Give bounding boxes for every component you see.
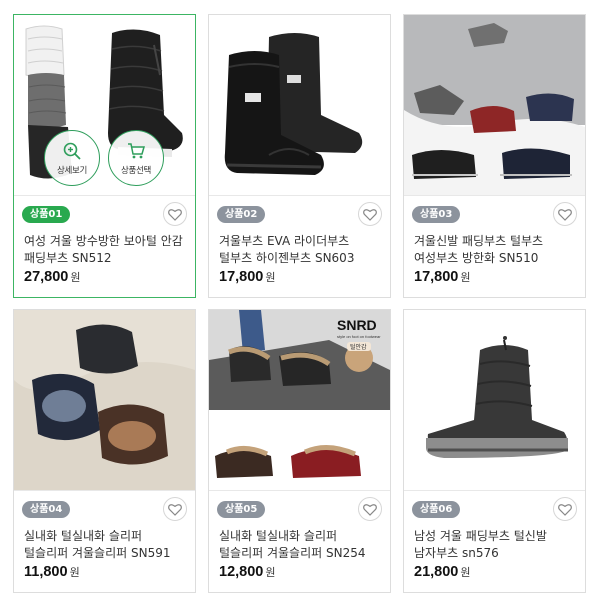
- select-product-button[interactable]: 상품선택: [108, 130, 164, 186]
- product-card[interactable]: 상세보기 상품선택 상품01 여성 겨울 방수방한 보아털 안감 패딩부츠 SN…: [13, 14, 196, 298]
- wishlist-button[interactable]: [358, 497, 382, 521]
- currency-unit: 원: [69, 567, 80, 579]
- product-price: 17,800 원: [219, 269, 275, 285]
- product-price: 12,800 원: [219, 564, 275, 580]
- product-name[interactable]: 여성 겨울 방수방한 보아털 안감 패딩부츠 SN512: [24, 233, 187, 267]
- product-image[interactable]: [14, 310, 195, 491]
- select-product-label: 상품선택: [120, 165, 152, 176]
- product-name[interactable]: 겨울부츠 EVA 라이더부츠 털부츠 하이젠부츠 SN603: [219, 233, 382, 267]
- currency-unit: 원: [265, 567, 276, 579]
- brand-logo: SNRD: [337, 317, 377, 333]
- product-number-badge: 상품06: [412, 501, 461, 518]
- product-card[interactable]: SNRD style on foot on footwear 털안감 상품05 …: [208, 309, 391, 593]
- currency-unit: 원: [70, 272, 81, 284]
- heart-icon: [168, 208, 182, 221]
- product-card[interactable]: 상품06 남성 겨울 패딩부츠 털신발 남자부츠 sn576 21,800 원: [403, 309, 586, 593]
- product-number-badge: 상품03: [412, 206, 461, 223]
- product-name[interactable]: 겨울신발 패딩부츠 털부츠 여성부츠 방한화 SN510: [414, 233, 577, 267]
- price-value: 17,800: [414, 269, 459, 285]
- product-card[interactable]: 상품04 실내화 털실내화 슬리퍼 털슬리퍼 겨울슬리퍼 SN591 11,80…: [13, 309, 196, 593]
- heart-icon: [558, 503, 572, 516]
- product-number-badge: 상품05: [217, 501, 266, 518]
- wishlist-button[interactable]: [358, 202, 382, 226]
- product-number-badge: 상품01: [22, 206, 71, 223]
- currency-unit: 원: [460, 272, 471, 284]
- currency-unit: 원: [265, 272, 276, 284]
- wishlist-button[interactable]: [553, 202, 577, 226]
- product-price: 27,800 원: [24, 269, 80, 285]
- product-image[interactable]: SNRD style on foot on footwear 털안감: [209, 310, 390, 491]
- price-value: 17,800: [219, 269, 264, 285]
- product-image[interactable]: 상세보기 상품선택: [14, 15, 195, 196]
- product-number-badge: 상품04: [22, 501, 71, 518]
- product-name[interactable]: 남성 겨울 패딩부츠 털신발 남자부츠 sn576: [414, 528, 577, 562]
- magnifier-plus-icon: [63, 142, 81, 160]
- product-price: 21,800 원: [414, 564, 470, 580]
- product-image[interactable]: [404, 15, 585, 196]
- detail-view-button[interactable]: 상세보기: [44, 130, 100, 186]
- detail-view-label: 상세보기: [56, 165, 88, 176]
- brand-tagline: style on foot on footwear: [337, 334, 381, 339]
- product-price: 11,800 원: [24, 564, 80, 580]
- product-grid: 상세보기 상품선택 상품01 여성 겨울 방수방한 보아털 안감 패딩부츠 SN…: [0, 0, 598, 601]
- product-card[interactable]: 상품03 겨울신발 패딩부츠 털부츠 여성부츠 방한화 SN510 17,800…: [403, 14, 586, 298]
- price-value: 27,800: [24, 269, 69, 285]
- heart-icon: [558, 208, 572, 221]
- product-name[interactable]: 실내화 털실내화 슬리퍼 털슬리퍼 겨울슬리퍼 SN591: [24, 528, 187, 562]
- price-value: 21,800: [414, 564, 459, 580]
- price-value: 11,800: [24, 564, 68, 580]
- product-name[interactable]: 실내화 털실내화 슬리퍼 털슬리퍼 겨울슬리퍼 SN254: [219, 528, 382, 562]
- wishlist-button[interactable]: [163, 202, 187, 226]
- cart-icon: [128, 142, 145, 158]
- heart-icon: [168, 503, 182, 516]
- wishlist-button[interactable]: [553, 497, 577, 521]
- currency-unit: 원: [460, 567, 471, 579]
- product-image[interactable]: [209, 15, 390, 196]
- wishlist-button[interactable]: [163, 497, 187, 521]
- feature-tag: 털안감: [350, 343, 367, 351]
- product-number-badge: 상품02: [217, 206, 266, 223]
- product-image[interactable]: [404, 310, 585, 491]
- price-value: 12,800: [219, 564, 264, 580]
- heart-icon: [363, 208, 377, 221]
- heart-icon: [363, 503, 377, 516]
- product-card[interactable]: 상품02 겨울부츠 EVA 라이더부츠 털부츠 하이젠부츠 SN603 17,8…: [208, 14, 391, 298]
- product-price: 17,800 원: [414, 269, 470, 285]
